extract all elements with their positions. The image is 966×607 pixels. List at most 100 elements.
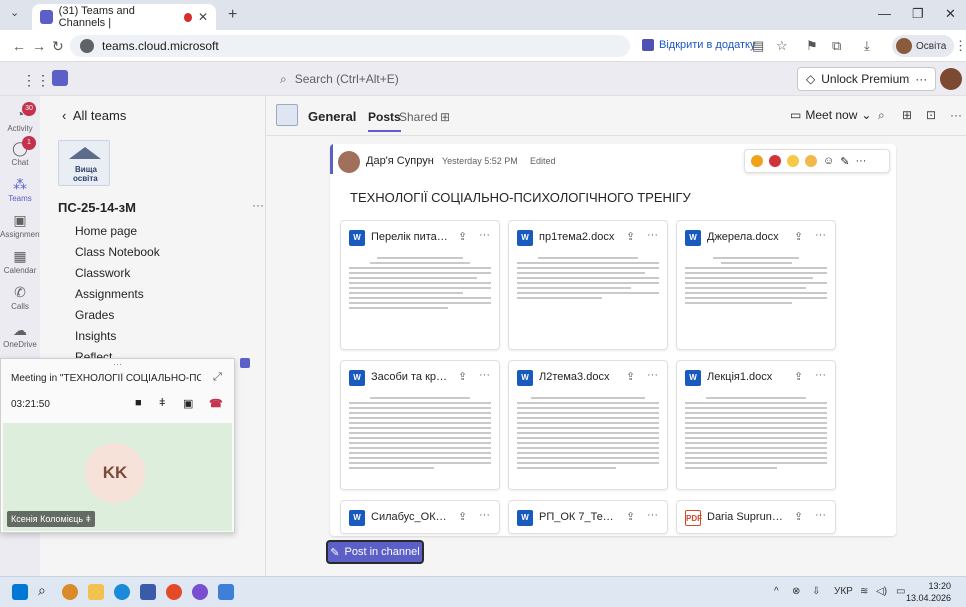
file-more-icon[interactable]: ···: [479, 369, 490, 381]
store-icon[interactable]: [140, 584, 156, 600]
tab-shared[interactable]: Shared: [399, 110, 438, 124]
extensions-icon[interactable]: ⚑: [806, 38, 818, 54]
file-more-icon[interactable]: ···: [815, 369, 826, 381]
reader-icon[interactable]: ▤: [752, 38, 764, 54]
edge-icon[interactable]: [114, 584, 130, 600]
heart-reaction-icon[interactable]: [769, 155, 781, 167]
nav-item-home[interactable]: Home page: [75, 221, 160, 242]
language-indicator[interactable]: УКР: [834, 586, 853, 597]
rail-item-assignments[interactable]: ▣ Assignments: [0, 212, 46, 239]
rail-item-teams[interactable]: ⁂ Teams: [0, 176, 40, 203]
share-icon[interactable]: ⇪: [794, 230, 803, 243]
file-more-icon[interactable]: ···: [815, 509, 826, 521]
file-explorer-icon[interactable]: [88, 584, 104, 600]
post-author[interactable]: Дар'я Супрун: [366, 155, 434, 167]
photos-icon[interactable]: [218, 584, 234, 600]
refresh-icon[interactable]: ↻: [52, 38, 64, 55]
author-avatar[interactable]: [338, 151, 360, 173]
file-more-icon[interactable]: ···: [479, 509, 490, 521]
share-screen-icon[interactable]: ▣: [183, 397, 193, 410]
browser-menu-icon[interactable]: ⋮: [954, 38, 966, 54]
share-icon[interactable]: ⇪: [626, 510, 635, 523]
hang-up-icon[interactable]: ☎: [209, 397, 223, 410]
back-icon[interactable]: ←: [12, 38, 26, 54]
clock[interactable]: 13:20 13.04.2026: [906, 580, 951, 604]
post-in-channel-button[interactable]: ✎ Post in channel: [326, 540, 424, 564]
share-icon[interactable]: ⇪: [626, 230, 635, 243]
forward-icon[interactable]: →: [32, 38, 46, 54]
file-more-icon[interactable]: ···: [815, 229, 826, 241]
surprised-reaction-icon[interactable]: [805, 155, 817, 167]
more-icon[interactable]: ···: [915, 72, 927, 86]
search-taskbar-icon[interactable]: ⌕: [38, 582, 54, 598]
file-more-icon[interactable]: ···: [479, 229, 490, 241]
wifi-icon[interactable]: ≋: [860, 586, 868, 597]
like-reaction-icon[interactable]: [751, 155, 763, 167]
restore-icon[interactable]: ❐: [912, 6, 924, 22]
share-icon[interactable]: ⇪: [458, 230, 467, 243]
share-icon[interactable]: ⇪: [794, 370, 803, 383]
file-more-icon[interactable]: ···: [647, 369, 658, 381]
search-channel-icon[interactable]: ⌕: [878, 108, 885, 123]
share-icon[interactable]: ⇪: [794, 510, 803, 523]
expand-icon[interactable]: ⤢: [213, 371, 222, 384]
tab-list-icon[interactable]: ⌄: [10, 6, 19, 19]
open-in-app-button[interactable]: Відкрити в додатку: [642, 39, 755, 51]
nav-item-class-notebook[interactable]: Class Notebook: [75, 242, 160, 263]
grid-icon[interactable]: ⊞: [902, 108, 912, 122]
rail-item-calendar[interactable]: ▦ Calendar: [0, 248, 40, 275]
video-fill-icon[interactable]: ⊡: [926, 108, 936, 122]
nav-item-classwork[interactable]: Classwork: [75, 263, 160, 284]
mic-off-icon[interactable]: ǂ: [159, 397, 165, 409]
nav-item-insights[interactable]: Insights: [75, 326, 160, 347]
tab-posts[interactable]: Posts: [368, 110, 401, 132]
all-teams-link[interactable]: ‹ All teams: [62, 108, 126, 123]
rail-item-calls[interactable]: ✆ Calls: [0, 284, 40, 311]
file-more-icon[interactable]: ···: [647, 229, 658, 241]
favorite-star-icon[interactable]: ☆: [776, 38, 788, 54]
add-tab-icon[interactable]: ⊞: [440, 110, 450, 124]
app-icon[interactable]: [192, 584, 208, 600]
file-card[interactable]: W пр1тема2.docx ⇪ ···: [508, 220, 668, 350]
widgets-icon[interactable]: [62, 584, 78, 600]
close-window-icon[interactable]: ✕: [945, 6, 956, 22]
minimize-icon[interactable]: —: [878, 6, 891, 21]
tray-chevron-icon[interactable]: ^: [774, 586, 779, 597]
file-card[interactable]: W Силабус_ОК 7_... ⇪ ···: [340, 500, 500, 534]
rail-item-chat[interactable]: ◯ 1 Chat: [0, 136, 40, 167]
app-launcher-icon[interactable]: ⋮⋮: [22, 72, 50, 89]
search-input[interactable]: ⌕ Search (Ctrl+Alt+E): [270, 67, 580, 91]
nav-item-grades[interactable]: Grades: [75, 305, 160, 326]
file-card[interactable]: PDF Daria Suprun C... ⇪ ···: [676, 500, 836, 534]
file-more-icon[interactable]: ···: [647, 509, 658, 521]
share-icon[interactable]: ⇪: [458, 510, 467, 523]
add-reaction-icon[interactable]: ☺: [823, 155, 834, 167]
share-icon[interactable]: ⇪: [458, 370, 467, 383]
file-card[interactable]: W Джерела.docx ⇪ ···: [676, 220, 836, 350]
file-card[interactable]: W Лекція1.docx ⇪ ···: [676, 360, 836, 490]
file-card[interactable]: W Засоби та крит... ⇪ ···: [340, 360, 500, 490]
chrome-icon[interactable]: [166, 584, 182, 600]
tray-app-icon[interactable]: ⊗: [792, 586, 800, 597]
battery-icon[interactable]: ▭: [896, 586, 905, 597]
drag-handle-icon[interactable]: ⋯: [113, 359, 122, 370]
user-avatar[interactable]: [940, 68, 962, 90]
file-card[interactable]: W Л2тема3.docx ⇪ ···: [508, 360, 668, 490]
file-card[interactable]: W Перелік питан... ⇪ ···: [340, 220, 500, 350]
download-icon[interactable]: ⤓: [864, 38, 870, 54]
volume-icon[interactable]: ◁): [876, 586, 887, 597]
share-icon[interactable]: ⇪: [626, 370, 635, 383]
rail-item-activity[interactable]: ◔ 30 Activity: [0, 102, 40, 133]
laugh-reaction-icon[interactable]: [787, 155, 799, 167]
new-tab-icon[interactable]: +: [228, 6, 237, 24]
browser-tab[interactable]: (31) Teams and Channels | ✕: [32, 4, 216, 30]
file-card[interactable]: W РП_ОК 7_Техно... ⇪ ···: [508, 500, 668, 534]
meeting-mini-window[interactable]: ⋯ Meeting in "ТЕХНОЛОГІЇ СОЦІАЛЬНО-ПСИХ.…: [0, 358, 235, 533]
post-more-icon[interactable]: ···: [855, 155, 866, 167]
profile-button[interactable]: Освіта: [892, 35, 955, 57]
channel-more-icon[interactable]: ···: [950, 108, 962, 122]
url-field[interactable]: teams.cloud.microsoft: [70, 35, 630, 57]
usb-icon[interactable]: ⇩: [812, 586, 820, 597]
close-tab-icon[interactable]: ✕: [198, 10, 208, 24]
start-icon[interactable]: [12, 584, 28, 600]
